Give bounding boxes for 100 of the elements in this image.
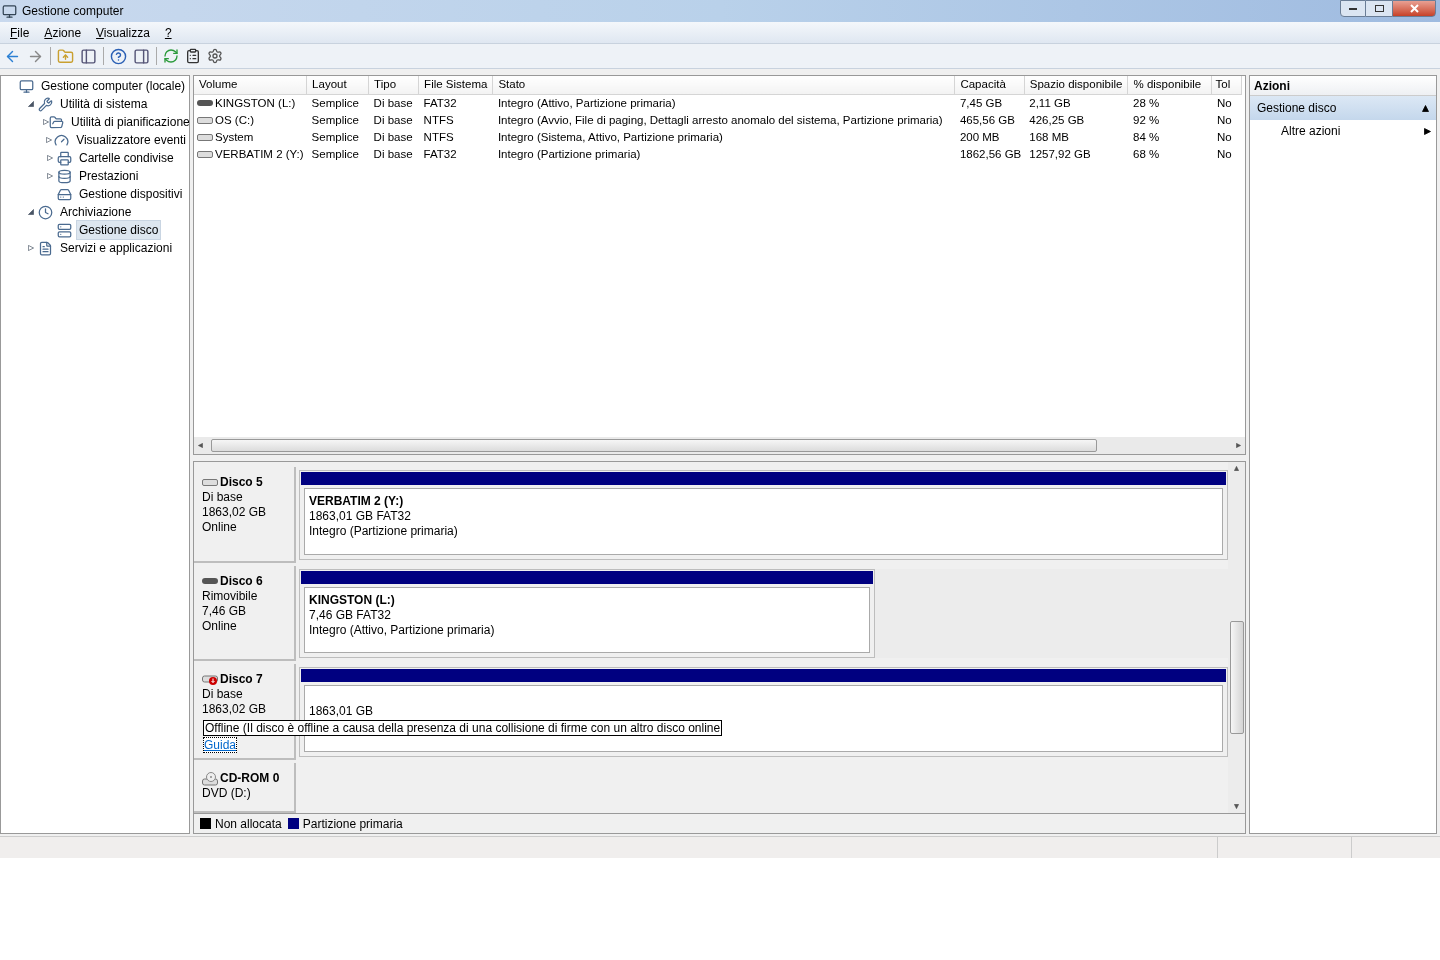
column-header[interactable]: Capacità [954, 76, 1025, 94]
table-cell-text: NTFS [422, 131, 454, 143]
partition-block[interactable]: KINGSTON (L:) 7,46 GB FAT32 Integro (Attivo, Partizione primaria) [299, 568, 875, 659]
table-cell-text: OS (C:) [215, 112, 254, 128]
table-cell-text: Semplice [310, 96, 359, 109]
table-cell-text: Integro (Avvio, File di paging, Dettagli arresto anomalo del sistema, Partizione primaria) [496, 113, 943, 126]
menu-item[interactable]: Azione [39, 23, 87, 42]
panel-toggle-icon[interactable] [133, 47, 150, 65]
table-cell-text: FAT32 [422, 96, 457, 109]
scroll-left-icon[interactable] [198, 443, 203, 448]
disk-name: CD-ROM 0 [220, 771, 280, 787]
table-cell-text: No [1216, 96, 1232, 109]
table-cell-text: Di base [372, 96, 413, 109]
properties-icon[interactable] [185, 48, 201, 64]
legend-label: Partizione primaria [302, 815, 403, 833]
tree-item[interactable]: Gestione dispositivi [76, 184, 186, 204]
log-icon [38, 240, 53, 256]
refresh-icon[interactable] [163, 48, 179, 64]
tree-item[interactable]: Gestione computer (locale) [38, 76, 189, 96]
close-button[interactable] [1392, 0, 1436, 17]
drive-icon [197, 134, 213, 142]
help-link[interactable]: Guida [203, 737, 238, 754]
settings-icon[interactable] [207, 48, 223, 64]
vertical-scrollbar[interactable] [1228, 462, 1245, 813]
menu-item[interactable]: Visualizza [91, 23, 155, 42]
column-header[interactable]: % disponibile [1128, 76, 1212, 94]
drive-icon [197, 151, 213, 159]
drive-icon [197, 100, 213, 107]
scrollbar-thumb[interactable] [211, 439, 1097, 452]
close-icon [1409, 4, 1419, 13]
table-cell-text: Integro (Sistema, Attivo, Partizione primaria) [496, 131, 723, 143]
tree-item[interactable]: Cartelle condivise [76, 148, 177, 168]
disk-info: Di base [202, 490, 244, 505]
actions-section-header[interactable]: Gestione disco [1250, 96, 1436, 120]
tree-item[interactable]: Archiviazione [57, 202, 135, 222]
scroll-up-icon[interactable] [1234, 466, 1239, 471]
table-cell-text: No [1216, 113, 1232, 126]
table-cell-text: 68 % [1132, 148, 1160, 161]
panel-toggle-icon[interactable] [80, 47, 97, 65]
partition-info: Integro (Attivo, Partizione primaria) [309, 622, 496, 638]
expanded-triangle-icon[interactable] [28, 209, 34, 215]
table-cell-text: 426,25 GB [1028, 113, 1085, 126]
printer-icon [57, 150, 72, 166]
column-header[interactable]: Stato [492, 76, 955, 94]
tree-item[interactable]: Utilità di pianificazione [68, 112, 189, 132]
disk-info: 7,46 GB [202, 603, 248, 619]
collapse-arrow-icon [1422, 104, 1429, 112]
table-cell-text: Di base [372, 131, 413, 143]
disk-label-panel[interactable]: Disco 6 Rimovibile 7,46 GB Online [194, 565, 296, 662]
scroll-right-icon[interactable] [1236, 443, 1241, 448]
help-icon[interactable] [110, 47, 127, 65]
collapsed-triangle-icon[interactable] [47, 173, 53, 179]
partition-title: KINGSTON (L:) [309, 592, 396, 608]
partition-block[interactable]: VERBATIM 2 (Y:) 1863,01 GB FAT32 Integro (Partizione primaria) [299, 470, 1228, 560]
tree-item[interactable]: Prestazioni [76, 166, 142, 186]
action-item[interactable]: Altre azioni [1250, 120, 1436, 142]
disk-info: 1863,02 GB [202, 505, 268, 520]
computer-icon [19, 78, 34, 94]
table-cell-text: 1257,92 GB [1028, 148, 1091, 161]
table-cell-text: No [1216, 148, 1232, 161]
submenu-arrow-icon [1424, 127, 1431, 135]
menu-item[interactable]: File [5, 23, 35, 42]
table-cell-text: 200 MB [958, 131, 1000, 143]
column-header[interactable]: Volume [194, 76, 307, 94]
menu-item[interactable]: ? [159, 23, 177, 42]
disk-name: Disco 5 [220, 475, 263, 490]
table-cell-text: KINGSTON (L:) [215, 95, 296, 111]
table-cell-text: Di base [372, 113, 413, 126]
column-header[interactable]: Tipo [368, 76, 419, 94]
disk-label-panel[interactable]: Disco 5 Di base 1863,02 GB Online [194, 467, 296, 563]
tree-item[interactable]: Gestione disco [76, 220, 162, 240]
collapsed-triangle-icon[interactable] [43, 119, 49, 125]
tools-icon [38, 96, 53, 112]
scroll-down-icon[interactable] [1234, 804, 1239, 809]
tree-item[interactable]: Utilità di sistema [57, 94, 151, 114]
expanded-triangle-icon[interactable] [28, 101, 34, 107]
column-header[interactable]: Layout [306, 76, 369, 94]
column-header[interactable]: Tol [1212, 76, 1242, 94]
minimize-button[interactable] [1340, 0, 1366, 17]
horizontal-scrollbar[interactable] [194, 437, 1245, 454]
cd-drive-icon [202, 771, 219, 786]
tree-item[interactable]: Visualizzatore eventi [73, 130, 189, 150]
disk-label-panel[interactable]: CD-ROM 0 DVD (D:) [194, 763, 296, 813]
column-header[interactable]: File Sistema [418, 76, 493, 94]
column-header[interactable]: Spazio disponibile [1024, 76, 1128, 94]
table-cell-text: NTFS [422, 113, 454, 126]
maximize-button[interactable] [1366, 0, 1392, 17]
partition-info: Integro (Partizione primaria) [309, 524, 459, 539]
disk-info: Online [202, 520, 238, 535]
folder-icon [49, 114, 64, 130]
collapsed-triangle-icon[interactable] [47, 155, 53, 161]
partition-info: 1863,01 GB FAT32 [309, 509, 412, 524]
disk-name: Disco 7 [220, 672, 263, 688]
tree-item[interactable]: Servizi e applicazioni [57, 238, 176, 258]
gauge-icon [54, 132, 70, 148]
collapsed-triangle-icon[interactable] [28, 245, 34, 251]
table-cell-text: VERBATIM 2 (Y:) [215, 147, 304, 163]
collapsed-triangle-icon[interactable] [45, 137, 52, 143]
drive-icon [202, 479, 218, 486]
scrollbar-thumb[interactable] [1229, 621, 1244, 734]
